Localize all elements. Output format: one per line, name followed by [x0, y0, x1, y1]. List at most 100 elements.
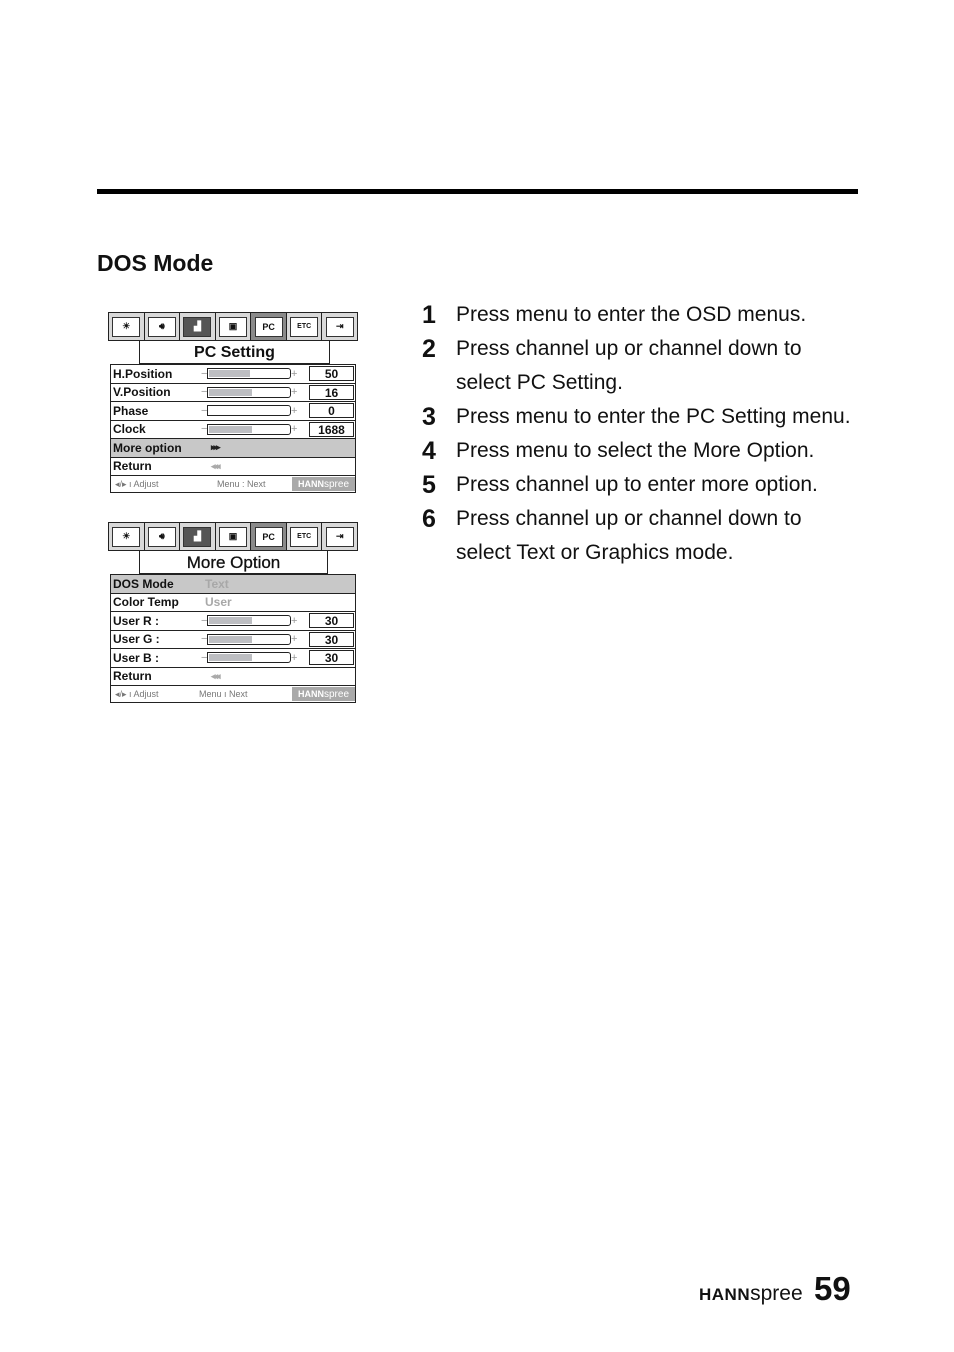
step-number: 5	[422, 471, 436, 499]
pc-icon: PC	[254, 526, 283, 547]
osd-brand-logo: HANNspree	[292, 687, 355, 701]
menu-row-v-position[interactable]: V.Position − + 16	[111, 384, 355, 402]
value-box: 1688	[309, 421, 354, 437]
value-box: 0	[309, 403, 354, 418]
tab-etc[interactable]: ETC	[287, 523, 323, 550]
slider-fill	[209, 635, 252, 643]
section-title: DOS Mode	[97, 250, 214, 276]
plus-icon: +	[291, 423, 298, 436]
osd-more-option: ☀ 🔊︎ ▟ ▣ PC ETC ⇥ More Option DOS Mode T…	[108, 522, 358, 703]
menu-row-more-option[interactable]: More option ▸▸▸	[111, 439, 355, 458]
pc-icon: PC	[254, 316, 283, 337]
row-label: DOS Mode	[113, 576, 174, 591]
menu-row-clock[interactable]: Clock − + 1688	[111, 421, 355, 439]
sound-icon: 🔊︎	[147, 316, 176, 337]
row-label: Phase	[113, 403, 149, 418]
row-label: User G :	[113, 632, 160, 647]
plus-icon: +	[291, 614, 298, 627]
step-item: 6 Press channel up or channel down to sel…	[420, 502, 860, 570]
exit-icon: ⇥	[325, 316, 354, 337]
tab-etc[interactable]: ETC	[287, 313, 323, 340]
osd-tab-bar: ☀ 🔊︎ ▟ ▣ PC ETC ⇥	[108, 312, 358, 341]
value-box: 50	[309, 366, 354, 381]
osd-footer: ◂/▸ ı Adjust Menu : Next HANNspree	[111, 476, 355, 492]
step-text: Press menu to select the More Option.	[456, 439, 815, 462]
step-number: 4	[422, 437, 436, 465]
slider[interactable]	[207, 652, 291, 664]
menu-row-user-r[interactable]: User R : − + 30	[111, 612, 355, 631]
step-text: Press channel up or channel down to sele…	[456, 507, 802, 564]
osd-pc-setting: ☀ 🔊︎ ▟ ▣ PC ETC ⇥ PC Setting H.Position …	[108, 312, 358, 493]
slider-fill	[209, 425, 252, 433]
slider[interactable]	[207, 386, 291, 398]
forward-arrows-icon: ▸▸▸	[211, 442, 220, 453]
menu-row-user-b[interactable]: User B : − + 30	[111, 649, 355, 668]
sound-icon: 🔊︎	[147, 526, 176, 547]
tab-pc[interactable]: PC	[251, 313, 287, 340]
row-label: Clock	[113, 422, 146, 437]
instruction-steps: 1 Press menu to enter the OSD menus. 2 Pre…	[420, 298, 860, 570]
row-label: Return	[113, 669, 152, 684]
adjust-hint: ◂/▸ ı Adjust	[115, 688, 159, 699]
menu-title: More Option	[139, 551, 328, 574]
tab-tv[interactable]: ▣	[216, 313, 252, 340]
tab-brightness[interactable]: ☀	[109, 523, 145, 550]
step-item: 1 Press menu to enter the OSD menus.	[420, 298, 860, 332]
slider-fill	[209, 388, 252, 396]
slider[interactable]	[207, 368, 291, 380]
brightness-icon: ☀	[112, 316, 141, 337]
step-text: Press menu to enter the OSD menus.	[456, 303, 807, 326]
slider-fill	[209, 617, 252, 625]
etc-icon: ETC	[290, 316, 319, 337]
menu-title: PC Setting	[139, 341, 330, 364]
row-label: User R :	[113, 613, 160, 628]
tv-icon: ▣	[219, 526, 248, 547]
tab-exit[interactable]: ⇥	[322, 523, 357, 550]
tab-picture[interactable]: ▟	[180, 523, 216, 550]
tab-tv[interactable]: ▣	[216, 523, 252, 550]
step-item: 2 Press channel up or channel down to sel…	[420, 332, 860, 400]
plus-icon: +	[291, 367, 298, 380]
brightness-icon: ☀	[112, 526, 141, 547]
back-arrows-icon: ◂◂◂	[211, 670, 220, 681]
menu-row-user-g[interactable]: User G : − + 30	[111, 631, 355, 649]
slider-fill	[209, 370, 250, 378]
dos-mode-value: Text	[205, 576, 229, 591]
menu-rows: H.Position − + 50 V.Position − + 16 Phas…	[110, 364, 356, 493]
step-item: 4 Press menu to select the More Option.	[420, 434, 860, 468]
row-label: H.Position	[113, 366, 173, 381]
page-number: 59	[814, 1270, 851, 1307]
tab-picture[interactable]: ▟	[180, 313, 216, 340]
slider[interactable]	[207, 423, 291, 435]
step-number: 2	[422, 335, 436, 363]
tab-pc[interactable]: PC	[251, 523, 287, 550]
slider[interactable]	[207, 633, 291, 645]
row-label: Color Temp	[113, 595, 179, 610]
tab-sound[interactable]: 🔊︎	[145, 313, 181, 340]
row-label: Return	[113, 459, 152, 474]
back-arrows-icon: ◂◂◂	[211, 460, 220, 471]
slider[interactable]	[207, 615, 291, 627]
value-box: 30	[309, 650, 354, 665]
menu-row-h-position[interactable]: H.Position − + 50	[111, 365, 355, 384]
menu-row-return[interactable]: Return ◂◂◂	[111, 668, 355, 686]
etc-icon: ETC	[290, 526, 319, 547]
top-rule	[97, 189, 858, 194]
menu-row-return[interactable]: Return ◂◂◂	[111, 458, 355, 476]
menu-rows: DOS Mode Text Color Temp User User R : −…	[110, 574, 356, 703]
row-label: V.Position	[113, 385, 171, 400]
step-number: 1	[422, 301, 436, 329]
color-temp-value: User	[205, 595, 232, 610]
menu-row-dos-mode[interactable]: DOS Mode Text	[111, 575, 355, 594]
tab-sound[interactable]: 🔊︎	[145, 523, 181, 550]
slider[interactable]	[207, 405, 291, 417]
value-box: 30	[309, 631, 354, 647]
step-item: 5 Press channel up to enter more option.	[420, 468, 860, 502]
menu-row-phase[interactable]: Phase − + 0	[111, 402, 355, 421]
tab-exit[interactable]: ⇥	[322, 313, 357, 340]
menu-row-color-temp[interactable]: Color Temp User	[111, 594, 355, 612]
step-item: 3 Press menu to enter the PC Setting menu…	[420, 400, 860, 434]
plus-icon: +	[291, 386, 298, 399]
tab-brightness[interactable]: ☀	[109, 313, 145, 340]
osd-tab-bar: ☀ 🔊︎ ▟ ▣ PC ETC ⇥	[108, 522, 358, 551]
